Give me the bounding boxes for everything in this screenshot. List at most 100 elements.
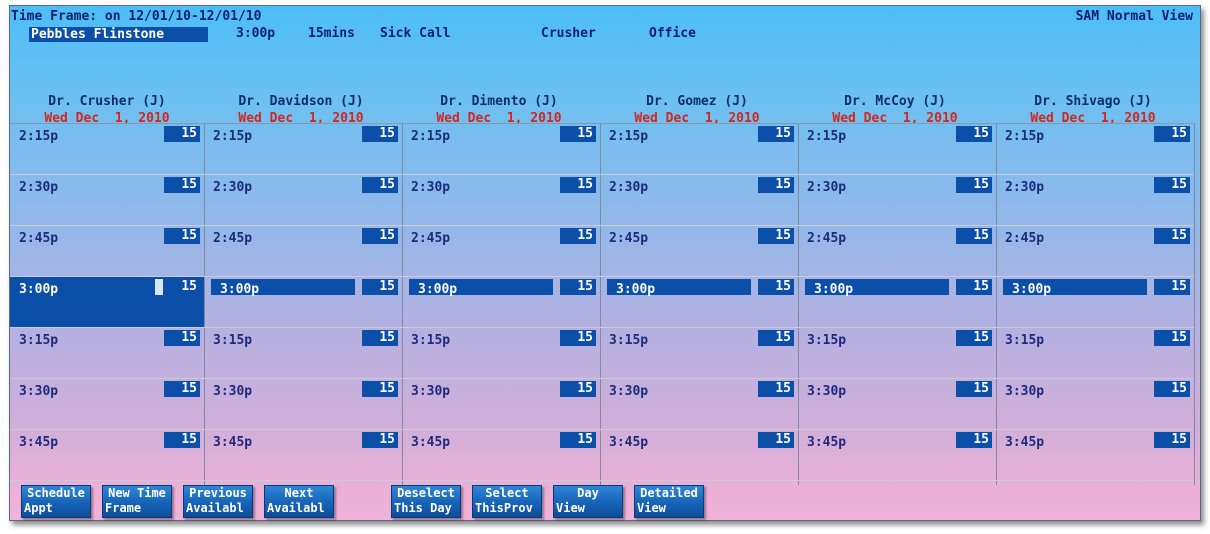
detailed-view-button[interactable]: Detailed View — [634, 485, 704, 518]
time-slot[interactable]: 2:30p 15 — [996, 175, 1194, 226]
provider-name[interactable]: Dr. Crusher (J) — [10, 94, 204, 109]
slot-time: 3:15p — [807, 333, 847, 348]
button-label-line1: Day — [577, 486, 599, 500]
slot-duration-badge: 15 — [1154, 381, 1190, 397]
time-slot[interactable]: 3:30p 15 — [204, 379, 402, 430]
time-slot[interactable]: 3:45p 15 — [600, 430, 798, 481]
time-slot[interactable]: 2:15p 15 — [600, 124, 798, 175]
provider-name[interactable]: Dr. Shivago (J) — [996, 94, 1190, 109]
time-slot[interactable]: 2:30p 15 — [600, 175, 798, 226]
slot-duration-badge: 15 — [560, 381, 596, 397]
slot-time: 3:00p — [19, 282, 59, 297]
slot-duration-badge: 15 — [362, 279, 398, 295]
slot-duration-badge: 15 — [758, 177, 794, 193]
time-slot[interactable]: 3:30p 15 — [600, 379, 798, 430]
time-slot[interactable]: 2:15p 15 — [798, 124, 996, 175]
time-slot[interactable]: 2:30p 15 — [402, 175, 600, 226]
time-slot[interactable]: 2:45p 15 — [798, 226, 996, 277]
slot-duration-badge: 15 — [1154, 330, 1190, 346]
time-slot[interactable]: 3:45p 15 — [402, 430, 600, 481]
slot-time: 3:45p — [213, 435, 253, 450]
time-slot[interactable]: 3:15p 15 — [402, 328, 600, 379]
time-slot[interactable]: 3:00p 15 — [600, 277, 798, 328]
slot-duration-badge: 15 — [1154, 177, 1190, 193]
provider-column: 2:15p 15 2:30p 15 2:45p 15 3:00p 15 3:15p 15 3:30p… — [204, 124, 403, 485]
appointment-length: 15mins — [308, 26, 355, 41]
time-slot[interactable]: 3:15p 15 — [600, 328, 798, 379]
provider-column: 2:15p 15 2:30p 15 2:45p 15 3:00p 15 3:15p 15 3:30p… — [996, 124, 1195, 485]
time-slot[interactable]: 3:45p 15 — [10, 430, 204, 481]
time-slot[interactable]: 3:15p 15 — [10, 328, 204, 379]
patient-name-field[interactable]: Pebbles Flinstone — [29, 27, 208, 42]
time-slot[interactable]: 3:30p 15 — [996, 379, 1194, 430]
slot-duration-badge: 15 — [758, 126, 794, 142]
next-available-button[interactable]: Next Availabl — [264, 485, 334, 518]
slot-time: 3:30p — [213, 384, 253, 399]
time-slot[interactable]: 3:00p 15 — [996, 277, 1194, 328]
slot-duration-badge: 15 — [956, 381, 992, 397]
slot-time: 2:30p — [411, 180, 451, 195]
button-label-line2: This Day — [394, 501, 452, 515]
time-slot[interactable]: 3:00p 15 — [402, 277, 600, 328]
button-label-line1: Next — [284, 486, 314, 500]
slot-time: 3:15p — [19, 333, 59, 348]
slot-time: 3:45p — [411, 435, 451, 450]
time-slot[interactable]: 3:45p 15 — [996, 430, 1194, 481]
time-frame-label: Time Frame: on 12/01/10-12/01/10 — [11, 9, 262, 24]
time-slot[interactable]: 3:15p 15 — [798, 328, 996, 379]
time-slot[interactable]: 3:30p 15 — [402, 379, 600, 430]
time-slot[interactable]: 3:45p 15 — [798, 430, 996, 481]
provider-name[interactable]: Dr. McCoy (J) — [798, 94, 992, 109]
slot-duration-badge: 15 — [1154, 126, 1190, 142]
slot-time: 2:45p — [1005, 231, 1045, 246]
slot-time: 2:45p — [19, 231, 59, 246]
time-slot[interactable]: 2:15p 15 — [402, 124, 600, 175]
slot-time: 3:30p — [609, 384, 649, 399]
time-slot[interactable]: 2:45p 15 — [600, 226, 798, 277]
time-slot[interactable]: 2:45p 15 — [204, 226, 402, 277]
time-slot[interactable]: 2:45p 15 — [996, 226, 1194, 277]
provider-name[interactable]: Dr. Dimento (J) — [402, 94, 596, 109]
time-slot[interactable]: 3:30p 15 — [798, 379, 996, 430]
time-slot[interactable]: 3:00p 15 — [10, 277, 204, 328]
provider-name[interactable]: Dr. Gomez (J) — [600, 94, 794, 109]
provider-name[interactable]: Dr. Davidson (J) — [204, 94, 398, 109]
slot-time: 2:45p — [807, 231, 847, 246]
button-label-line2: View — [556, 501, 585, 515]
time-slot[interactable]: 3:15p 15 — [996, 328, 1194, 379]
time-slot[interactable]: 2:45p 15 — [402, 226, 600, 277]
schedule-appt-button[interactable]: Schedule Appt — [21, 485, 91, 518]
time-slot[interactable]: 2:15p 15 — [996, 124, 1194, 175]
slot-duration-badge: 15 — [560, 330, 596, 346]
button-label-line1: Schedule — [27, 486, 85, 500]
slot-duration-badge: 15 — [560, 228, 596, 244]
time-slot[interactable]: 2:15p 15 — [10, 124, 204, 175]
time-slot[interactable]: 3:00p 15 — [798, 277, 996, 328]
time-slot[interactable]: 3:30p 15 — [10, 379, 204, 430]
time-slot[interactable]: 3:15p 15 — [204, 328, 402, 379]
time-slot[interactable]: 2:45p 15 — [10, 226, 204, 277]
slot-duration-badge: 15 — [758, 279, 794, 295]
select-this-provider-button[interactable]: Select ThisProv — [472, 485, 542, 518]
time-slot[interactable]: 2:30p 15 — [204, 175, 402, 226]
slot-duration-badge: 15 — [956, 432, 992, 448]
slot-time: 2:15p — [411, 129, 451, 144]
slot-duration-badge: 15 — [560, 126, 596, 142]
appointment-location: Office — [649, 26, 696, 41]
time-slot[interactable]: 2:30p 15 — [10, 175, 204, 226]
slot-duration-badge: 15 — [758, 330, 794, 346]
slot-time: 2:45p — [411, 231, 451, 246]
time-slot[interactable]: 2:15p 15 — [204, 124, 402, 175]
scheduler-window: Time Frame: on 12/01/10-12/01/10 SAM Nor… — [9, 5, 1201, 521]
day-view-button[interactable]: Day View — [553, 485, 623, 518]
new-time-frame-button[interactable]: New Time Frame — [102, 485, 172, 518]
slot-time: 2:15p — [213, 129, 253, 144]
time-slot[interactable]: 3:45p 15 — [204, 430, 402, 481]
time-slot[interactable]: 2:30p 15 — [798, 175, 996, 226]
button-label-line2: ThisProv — [475, 501, 533, 515]
slot-duration-badge: 15 — [164, 432, 200, 448]
time-slot[interactable]: 3:00p 15 — [204, 277, 402, 328]
slot-time: 2:15p — [19, 129, 59, 144]
deselect-this-day-button[interactable]: Deselect This Day — [391, 485, 461, 518]
previous-available-button[interactable]: Previous Availabl — [183, 485, 253, 518]
